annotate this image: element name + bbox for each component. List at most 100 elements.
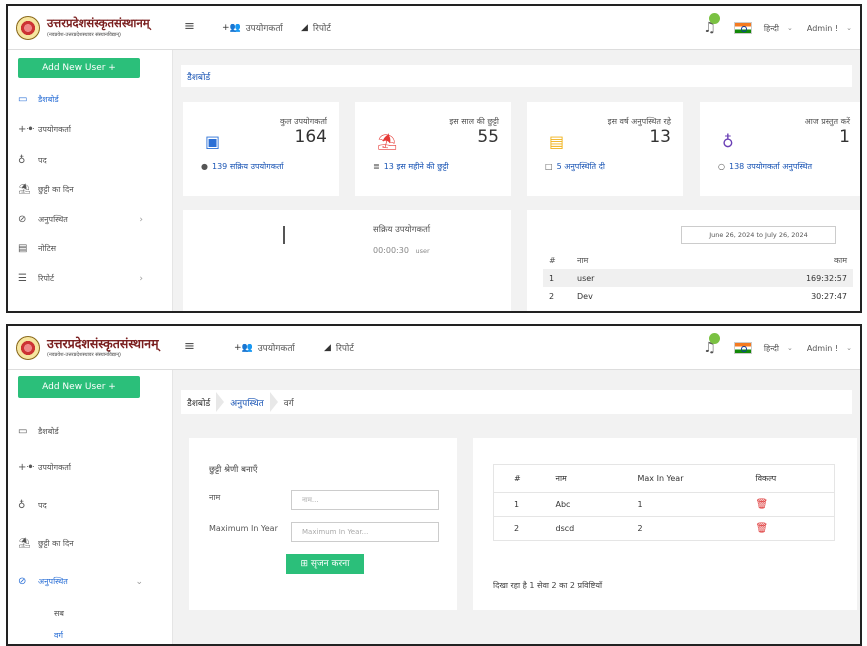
- hamburger-menu-icon[interactable]: ≡: [184, 19, 195, 34]
- sidebar-item-designation[interactable]: ♁ पद: [18, 155, 163, 166]
- delete-icon[interactable]: 🗑: [756, 523, 769, 534]
- breadcrumb-dashboard: डैशबोर्ड: [187, 398, 211, 409]
- sidebar-item-dashboard[interactable]: ▭ डैशबोर्ड: [18, 426, 163, 437]
- notification-badge: [709, 13, 721, 24]
- breadcrumb-item[interactable]: अनुपस्थित: [224, 391, 278, 412]
- sidebar-item-label: पद: [38, 501, 47, 510]
- nav-reports[interactable]: ◢ रिपोर्ट: [324, 341, 354, 355]
- sidebar-item-label: डैशबोर्ड: [38, 427, 59, 436]
- cell: Dev: [577, 291, 593, 301]
- stat-footer[interactable]: ≣ 13 इस महीने की छुट्टी: [373, 161, 449, 172]
- submenu-category[interactable]: वर्ग: [54, 630, 63, 641]
- cell: 2: [514, 524, 520, 533]
- name-input[interactable]: नाम...: [291, 490, 439, 510]
- breadcrumb-item[interactable]: डैशबोर्ड: [187, 391, 225, 412]
- dashboard-screenshot: उत्तरप्रदेशसंस्कृतसंस्थानम् (नवप्रवेश-उत…: [6, 4, 862, 313]
- nav-reports[interactable]: ◢ रिपोर्ट: [301, 21, 331, 35]
- chevron-down-icon: ⌄: [135, 576, 143, 587]
- brand-subtitle: (नवप्रवेश-उत्तरप्रदेशस्थावर संस्थानविद्य…: [47, 352, 121, 359]
- sidebar-item-notice[interactable]: ▤ नोटिस: [18, 243, 163, 254]
- brand[interactable]: उत्तरप्रदेशसंस्कृतसंस्थानम् (नवप्रवेश-उत…: [8, 326, 176, 370]
- sidebar-item-report[interactable]: ☰ रिपोर्ट ›: [18, 273, 163, 284]
- cell: 1: [514, 500, 520, 509]
- notification-bell-icon[interactable]: ♫: [703, 13, 721, 36]
- india-flag-icon: [733, 22, 752, 34]
- sitemap-icon: ♁: [722, 132, 734, 151]
- table-row[interactable]: 2 dscd 2 🗑: [494, 517, 835, 541]
- chart-icon: ◢: [324, 342, 331, 353]
- brand[interactable]: उत्तरप्रदेशसंस्कृतसंस्थानम् (नवप्रवेश-उत…: [8, 6, 176, 50]
- col-header: काम: [834, 255, 847, 265]
- sidebar-item-absent[interactable]: ⊘ अनुपस्थित ›: [18, 214, 163, 225]
- date-range-picker[interactable]: June 26, 2024 to July 26, 2024: [681, 226, 836, 244]
- stat-title: आज प्रस्तुत करें: [804, 117, 850, 126]
- table-header: # नाम Max In Year विकल्प: [493, 465, 835, 493]
- admin-menu[interactable]: Admin ! ⌄: [807, 24, 852, 33]
- add-new-user-button[interactable]: Add New User +: [18, 376, 140, 398]
- main-content: डैशबोर्ड अनुपस्थित वर्ग छुट्टी श्रेणी बन…: [173, 370, 860, 644]
- stat-value: 13: [649, 127, 671, 147]
- chevron-down-icon: ⌄: [787, 344, 793, 352]
- sidebar-item-holiday[interactable]: ⛱ छुट्टी का दिन: [18, 538, 163, 549]
- form-title: छुट्टी श्रेणी बनाएँ: [209, 465, 258, 475]
- breadcrumb: डैशबोर्ड अनुपस्थित वर्ग: [181, 390, 852, 414]
- hamburger-menu-icon[interactable]: ≡: [184, 339, 195, 354]
- nav-reports-label: रिपोर्ट: [312, 24, 331, 34]
- sidebar-item-users[interactable]: +ꔹ उपयोगकर्ता: [18, 124, 163, 135]
- chart-icon: ◢: [301, 22, 308, 33]
- col-header: #: [514, 474, 521, 483]
- cell: 1: [549, 273, 555, 283]
- india-flag-icon: [733, 342, 752, 354]
- chevron-down-icon: ⌄: [846, 24, 852, 32]
- table-row[interactable]: 2 Dev 30:27:47: [543, 287, 853, 305]
- stat-title: कुल उपयोगकर्ता: [279, 117, 327, 126]
- chevron-down-icon: ⌄: [846, 344, 852, 352]
- sidebar-item-label: डैशबोर्ड: [38, 95, 59, 104]
- sidebar: Add New User + ▭ डैशबोर्ड +ꔹ उपयोगकर्ता …: [8, 50, 173, 311]
- cell: dscd: [555, 524, 575, 533]
- users-icon: +👥: [222, 22, 241, 33]
- table-row[interactable]: 1 Abc 1 🗑: [493, 493, 835, 517]
- main-content: डैशबोर्ड ▣ कुल उपयोगकर्ता 164 ● 139 सक्रि…: [173, 50, 860, 311]
- category-list-card: # नाम Max In Year विकल्प 1 Abc 1 🗑 2 dsc…: [473, 438, 857, 610]
- delete-icon[interactable]: 🗑: [756, 499, 769, 510]
- stat-card-holidays: ⛱ इस साल की छुट्टी 55 ≣ 13 इस महीने की छु…: [355, 102, 511, 196]
- stat-footer-count: 5: [556, 162, 562, 171]
- nav-users[interactable]: +👥 उपयोगकर्ता: [222, 21, 283, 35]
- notification-bell-icon[interactable]: ♫: [703, 333, 721, 356]
- sidebar-item-label: रिपोर्ट: [38, 274, 54, 283]
- work-hours-card: June 26, 2024 to July 26, 2024 # नाम काम…: [527, 210, 860, 311]
- submenu-all[interactable]: सब: [54, 608, 64, 619]
- max-in-year-input[interactable]: Maximum In Year...: [291, 522, 439, 542]
- language-select[interactable]: हिन्दी ⌄: [764, 343, 793, 354]
- add-new-user-button[interactable]: Add New User +: [18, 58, 140, 78]
- sidebar-item-designation[interactable]: ♁ पद: [18, 500, 163, 511]
- stat-footer[interactable]: ○ 138 उपयोगकर्ता अनुपस्थित: [718, 161, 812, 172]
- nav-users[interactable]: +👥 उपयोगकर्ता: [234, 341, 295, 355]
- circle-icon: ○: [718, 162, 725, 171]
- cursor-bar: [283, 226, 285, 244]
- stat-footer[interactable]: ● 139 सक्रिय उपयोगकर्ता: [201, 161, 284, 172]
- sidebar-item-absent[interactable]: ⊘ अनुपस्थित ⌄: [18, 576, 163, 587]
- sidebar-item-label: अनुपस्थित: [38, 577, 68, 586]
- create-button[interactable]: ⊞ सृजन करना: [286, 554, 364, 574]
- stat-card-absences: ▤ इस वर्ष अनुपस्थित रहे 13 □ 5 अनुपस्थिति…: [527, 102, 683, 196]
- stat-footer[interactable]: □ 5 अनुपस्थिति दी: [545, 161, 605, 172]
- breadcrumb-dashboard[interactable]: डैशबोर्ड: [187, 70, 210, 83]
- sidebar-item-dashboard[interactable]: ▭ डैशबोर्ड: [18, 94, 163, 105]
- active-user-name: user: [415, 247, 430, 255]
- sidebar-item-holiday[interactable]: ⛱ छुट्टी का दिन: [18, 184, 163, 195]
- stat-value: 164: [294, 127, 327, 147]
- cell: 🗑: [750, 493, 835, 517]
- language-select[interactable]: हिन्दी ⌄: [764, 23, 793, 34]
- brand-subtitle: (नवप्रवेश-उत्तरप्रदेशस्थावर संस्थानविद्य…: [47, 31, 121, 38]
- admin-menu[interactable]: Admin ! ⌄: [807, 344, 852, 353]
- sidebar-item-users[interactable]: +ꔹ उपयोगकर्ता: [18, 462, 163, 473]
- umbrella-icon: ⛱: [18, 538, 31, 549]
- cell: 2: [549, 291, 555, 301]
- chevron-right-icon: ›: [139, 273, 143, 284]
- table-row[interactable]: 1 user 169:32:57: [543, 269, 853, 287]
- users-icon: +ꔹ: [18, 462, 35, 473]
- category-table: # नाम Max In Year विकल्प 1 Abc 1 🗑 2 dsc…: [493, 464, 835, 541]
- users-icon: +ꔹ: [18, 124, 35, 135]
